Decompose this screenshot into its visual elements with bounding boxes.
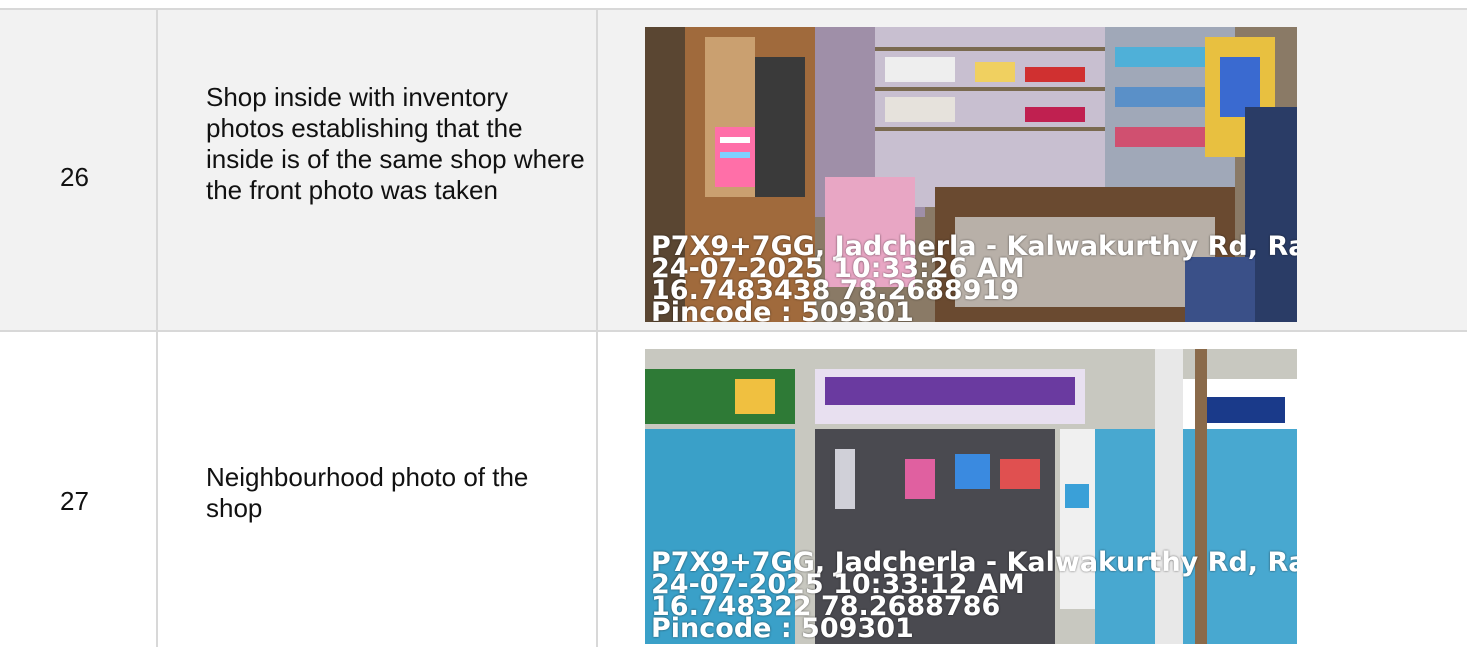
row-description: Shop inside with inventory photos establ… <box>206 82 585 205</box>
table-border-top <box>0 8 1467 10</box>
column-divider <box>156 9 158 647</box>
photo-geotag-stamp: P7X9+7GG, Jadcherla - Kalwakurthy Rd, Ra… <box>651 549 1297 642</box>
shop-interior-photo: P7X9+7GG, Jadcherla - Kalwakurthy Rd, Ra… <box>645 27 1297 322</box>
row-number: 27 <box>60 486 89 516</box>
table-row-divider <box>0 330 1467 332</box>
column-divider <box>596 9 598 647</box>
row-number: 26 <box>60 162 89 192</box>
shop-exterior-photo: P7X9+7GG, Jadcherla - Kalwakurthy Rd, Ra… <box>645 349 1297 644</box>
row-description: Neighbourhood photo of the shop <box>206 462 529 523</box>
evidence-table: 26 Shop inside with inventory photos est… <box>0 0 1467 647</box>
photo-geotag-stamp: P7X9+7GG, Jadcherla - Kalwakurthy Rd, Ra… <box>651 233 1297 322</box>
